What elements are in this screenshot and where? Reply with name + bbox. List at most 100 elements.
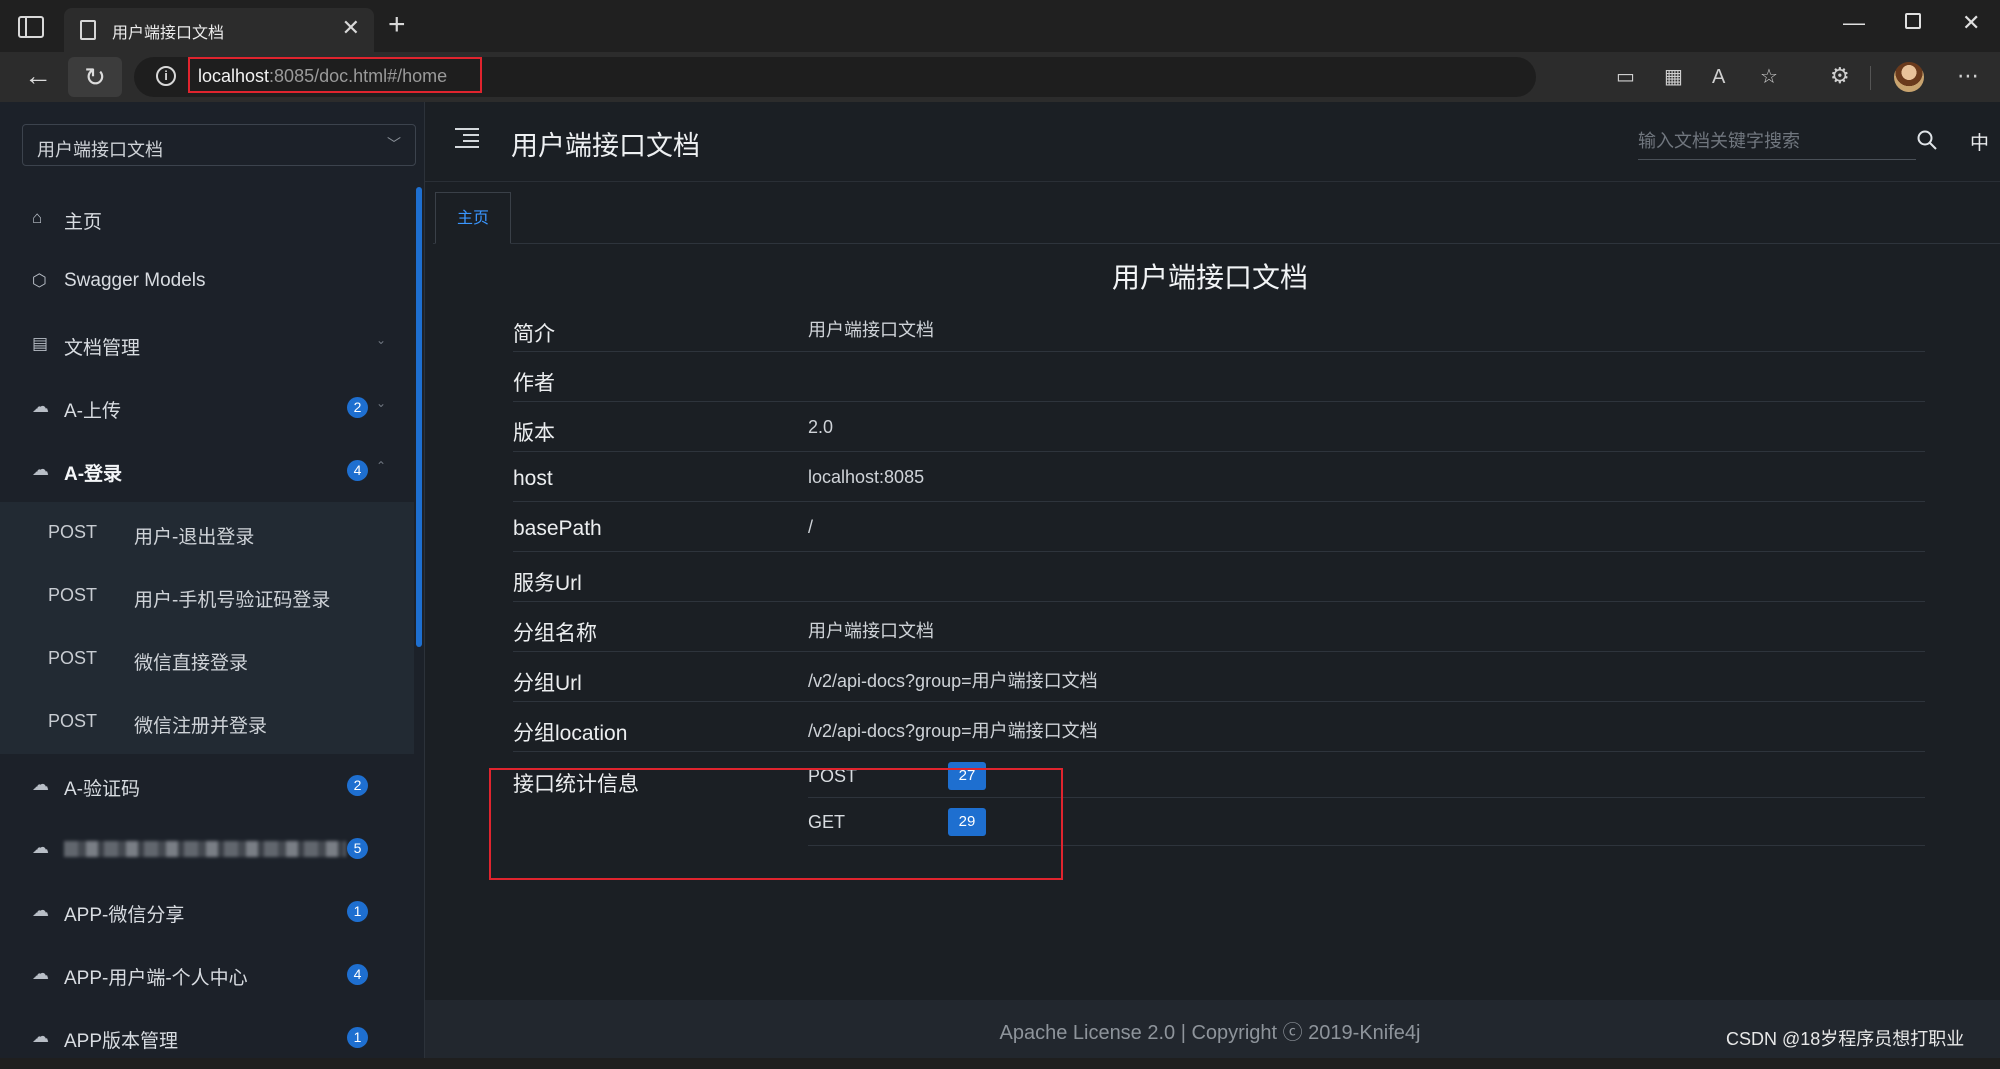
tabs-bar: 主页 bbox=[433, 190, 2000, 244]
sidebar-item-captcha[interactable]: ☁ A-验证码 2 bbox=[0, 754, 414, 817]
cloud-icon: ☁ bbox=[32, 397, 49, 416]
extensions-icon[interactable]: ⚙ bbox=[1830, 64, 1850, 88]
info-value: localhost:8085 bbox=[808, 467, 925, 487]
sidebar-scrollbar[interactable] bbox=[416, 187, 422, 647]
page-icon bbox=[80, 20, 96, 40]
sidebar-item-doc-management[interactable]: ▤ 文档管理 ⌄ bbox=[0, 313, 414, 376]
api-item[interactable]: POST 用户-退出登录 bbox=[0, 502, 414, 565]
sidebar-item-label: A-上传 bbox=[64, 401, 122, 422]
login-submenu: POST 用户-退出登录 POST 用户-手机号验证码登录 POST 微信直接登… bbox=[0, 502, 414, 754]
tab-close-icon[interactable]: ✕ bbox=[342, 17, 360, 39]
browser-tab[interactable]: 用户端接口文档 ✕ bbox=[64, 8, 374, 52]
api-item[interactable]: POST 微信直接登录 bbox=[0, 628, 414, 691]
tab-title: 用户端接口文档 bbox=[112, 25, 225, 42]
toolbar-separator bbox=[1870, 66, 1871, 90]
page-title: 用户端接口文档 bbox=[511, 131, 700, 161]
sidebar: 用户端接口文档 ﹀ ⌂ 主页 ⬡ Swagger Models ▤ 文档管理 ⌄… bbox=[0, 102, 425, 1058]
info-label: 作者 bbox=[513, 372, 555, 395]
sidebar-item-wechat-share[interactable]: ☁ APP-微信分享 1 bbox=[0, 880, 414, 943]
search-input[interactable] bbox=[1638, 124, 1916, 160]
info-label: host bbox=[513, 467, 553, 490]
http-method: POST bbox=[48, 711, 98, 731]
api-item[interactable]: POST 用户-手机号验证码登录 bbox=[0, 565, 414, 628]
count-badge: 4 bbox=[347, 964, 368, 985]
sidebar-item-personal-center[interactable]: ☁ APP-用户端-个人中心 4 bbox=[0, 943, 414, 1006]
sidebar-item-label: A-登录 bbox=[64, 464, 123, 485]
api-item[interactable]: POST 微信注册并登录 bbox=[0, 691, 414, 754]
count-badge: 2 bbox=[347, 775, 368, 796]
sidebar-item-swagger-models[interactable]: ⬡ Swagger Models bbox=[0, 250, 414, 313]
maximize-icon[interactable] bbox=[1905, 13, 1921, 29]
sidebar-item-home[interactable]: ⌂ 主页 bbox=[0, 187, 414, 250]
new-tab-icon[interactable]: + bbox=[388, 10, 406, 40]
group-select-value: 用户端接口文档 bbox=[37, 140, 163, 160]
search-icon[interactable] bbox=[1915, 128, 1939, 152]
sidebar-item-label: Swagger Models bbox=[64, 270, 206, 291]
info-label: 分组名称 bbox=[513, 622, 597, 645]
reload-icon[interactable]: ↻ bbox=[68, 57, 122, 97]
info-row: 分组location /v2/api-docs?group=用户端接口文档 bbox=[513, 702, 1925, 752]
doc-title: 用户端接口文档 bbox=[1111, 262, 1308, 293]
cloud-icon: ☁ bbox=[32, 964, 49, 983]
info-row: basePath / bbox=[513, 502, 1925, 552]
browser-toolbar: ← ↻ i localhost:8085/doc.html#/home ▭ ▦ … bbox=[0, 52, 2000, 102]
favorite-icon[interactable]: ☆ bbox=[1760, 67, 1778, 87]
read-aloud-icon[interactable]: A bbox=[1712, 67, 1725, 87]
obscured-label bbox=[64, 841, 346, 857]
info-row: 分组名称 用户端接口文档 bbox=[513, 602, 1925, 652]
info-value: / bbox=[808, 517, 814, 537]
language-toggle[interactable]: 中 bbox=[1970, 128, 1989, 155]
sidebar-item-upload[interactable]: ☁ A-上传 2 ⌄ bbox=[0, 376, 414, 439]
menu-toggle-icon[interactable] bbox=[455, 128, 479, 148]
apps-icon[interactable]: ▦ bbox=[1664, 67, 1683, 87]
home-icon: ⌂ bbox=[32, 208, 43, 227]
close-window-icon[interactable]: ✕ bbox=[1962, 10, 1980, 36]
cloud-icon: ☁ bbox=[32, 460, 49, 479]
document-gear-icon: ▤ bbox=[32, 334, 49, 353]
info-value: 2.0 bbox=[808, 417, 834, 437]
url-text[interactable]: localhost:8085/doc.html#/home bbox=[198, 66, 447, 87]
sidebar-item-login[interactable]: ☁ A-登录 4 ⌃ bbox=[0, 439, 414, 502]
main-content: 用户端接口文档 中 主页 用户端接口文档 简介 用户端接口文档 作者 版本 bbox=[425, 102, 2000, 1058]
info-row: 服务Url bbox=[513, 552, 1925, 602]
info-label: 分组location bbox=[513, 722, 628, 745]
sidebar-item-obscured[interactable]: ☁ 5 bbox=[0, 817, 414, 880]
info-row: host localhost:8085 bbox=[513, 452, 1925, 502]
cloud-icon: ☁ bbox=[32, 1027, 49, 1046]
address-bar[interactable]: i localhost:8085/doc.html#/home ▭ ▦ A ☆ bbox=[134, 57, 1778, 97]
group-select[interactable]: 用户端接口文档 ﹀ bbox=[22, 124, 416, 166]
info-row: 版本 2.0 bbox=[513, 402, 1925, 452]
cloud-icon: ☁ bbox=[32, 775, 49, 794]
sidebar-menu: ⌂ 主页 ⬡ Swagger Models ▤ 文档管理 ⌄ ☁ A-上传 2 … bbox=[0, 187, 414, 1069]
sidebar-item-label: 主页 bbox=[64, 212, 103, 233]
back-icon[interactable]: ← bbox=[24, 61, 52, 91]
sidebar-item-app-version[interactable]: ☁ APP版本管理 1 bbox=[0, 1006, 414, 1069]
count-badge: 1 bbox=[347, 1027, 368, 1048]
api-label: 用户-退出登录 bbox=[134, 527, 255, 548]
browser-titlebar: 用户端接口文档 ✕ + — ✕ bbox=[0, 0, 2000, 52]
info-label: 版本 bbox=[513, 422, 555, 445]
app: 用户端接口文档 ﹀ ⌂ 主页 ⬡ Swagger Models ▤ 文档管理 ⌄… bbox=[0, 102, 2000, 1058]
info-label: basePath bbox=[513, 517, 602, 540]
tab-home[interactable]: 主页 bbox=[435, 192, 511, 244]
tab-actions-icon[interactable] bbox=[18, 16, 44, 38]
sidebar-item-label: 文档管理 bbox=[64, 338, 141, 359]
sidebar-item-label: APP-微信分享 bbox=[64, 905, 185, 926]
count-badge: 2 bbox=[347, 397, 368, 418]
stats-highlight-box bbox=[489, 768, 1063, 880]
info-label: 简介 bbox=[513, 323, 555, 346]
api-label: 微信注册并登录 bbox=[134, 716, 268, 737]
http-method: POST bbox=[48, 585, 98, 605]
minimize-icon[interactable]: — bbox=[1843, 10, 1865, 36]
chevron-down-icon: ﹀ bbox=[387, 136, 401, 152]
cube-icon: ⬡ bbox=[32, 271, 47, 290]
url-highlight-box: localhost:8085/doc.html#/home bbox=[188, 57, 482, 93]
info-icon[interactable]: i bbox=[156, 66, 176, 86]
info-value: 用户端接口文档 bbox=[808, 320, 934, 340]
page-header: 用户端接口文档 中 bbox=[425, 102, 2000, 182]
chevron-down-icon: ⌄ bbox=[376, 333, 387, 347]
device-icon[interactable]: ▭ bbox=[1616, 67, 1635, 87]
cloud-icon: ☁ bbox=[32, 901, 49, 920]
profile-avatar[interactable] bbox=[1894, 62, 1924, 92]
more-icon[interactable]: ⋯ bbox=[1957, 64, 1979, 88]
